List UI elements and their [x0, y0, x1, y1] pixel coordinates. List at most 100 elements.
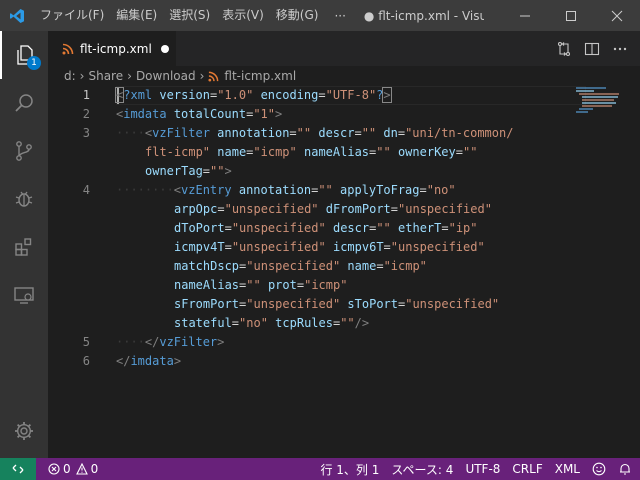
unsaved-dot-icon[interactable] [160, 44, 169, 53]
code-line-3-wrap: ownerTag=""> [145, 162, 232, 181]
minimize-button[interactable] [502, 0, 548, 31]
token: xml [130, 88, 153, 102]
token: = [376, 259, 384, 273]
minimap-line [582, 96, 618, 98]
token: "" [340, 316, 355, 330]
minimap-line [579, 93, 619, 95]
code-line-4-wrap: stateful="no" tcpRules=""/> [174, 314, 369, 333]
gear-icon [15, 422, 33, 440]
debug-icon [15, 191, 33, 207]
open-changes-button[interactable] [550, 31, 578, 66]
token: "" [361, 126, 377, 140]
token: "unspecified" [231, 240, 326, 254]
token: = [224, 221, 232, 235]
token: matchDscp [174, 259, 240, 273]
breadcrumb-item-file[interactable]: flt-icmp.xml [208, 69, 296, 83]
token: = [455, 145, 463, 159]
breadcrumb: d: › Share › Download › flt-icmp.xml [48, 66, 640, 86]
indentation-status[interactable]: スペース: 4 [385, 461, 459, 478]
token: nameAlias [174, 278, 240, 292]
minimap-line [582, 102, 616, 104]
token: totalCount [173, 107, 247, 121]
minimap-line [582, 99, 614, 101]
rss-feed-icon [62, 43, 74, 54]
eol-status[interactable]: CRLF [506, 462, 548, 476]
activity-remote-explorer[interactable] [0, 271, 48, 319]
code-line-3-wrap: flt-icmp" name="icmp" nameAlias="" owner… [145, 143, 477, 162]
line-number: 3 [82, 126, 90, 140]
menu-selection[interactable]: 選択(S) [163, 0, 216, 31]
token: "unspecified" [390, 240, 485, 254]
token: "icmp" [253, 145, 297, 159]
token: > [224, 164, 232, 178]
notifications-button[interactable] [612, 462, 638, 476]
activity-debug[interactable] [0, 175, 48, 223]
breadcrumb-file-label: flt-icmp.xml [224, 69, 297, 83]
menu-edit[interactable]: 編集(E) [110, 0, 163, 31]
token: imdata [130, 354, 174, 368]
token: "" [376, 221, 391, 235]
code-line-2: <imdata totalCount="1"> [116, 105, 282, 124]
search-icon [15, 94, 33, 112]
token: > [382, 87, 392, 103]
token: arpOpc [174, 202, 218, 216]
activity-search[interactable] [0, 79, 48, 127]
minimap[interactable] [576, 86, 626, 126]
token: dn [383, 126, 398, 140]
split-editor-button[interactable] [578, 31, 606, 66]
menu-file[interactable]: ファイル(F) [34, 0, 110, 31]
activity-extensions[interactable] [0, 223, 48, 271]
cursor-position-status[interactable]: 行 1、列 1 [314, 461, 385, 478]
tab-bar: flt-icmp.xml [48, 31, 640, 66]
token: "no" [239, 316, 268, 330]
maximize-icon [566, 10, 576, 21]
minimap-line [576, 87, 606, 89]
tab-flt-icmp-xml[interactable]: flt-icmp.xml [48, 31, 176, 66]
activity-source-control[interactable] [0, 127, 48, 175]
breadcrumb-item-download[interactable]: Download [136, 69, 196, 83]
token: = [231, 316, 240, 330]
code-line-1: <?xml version="1.0" encoding="UTF-8"?> [114, 86, 392, 105]
language-mode-status[interactable]: XML [549, 462, 586, 476]
token: = [318, 88, 326, 102]
breadcrumb-item-drive[interactable]: d: [64, 69, 76, 83]
problems-status[interactable]: 0 0 [42, 462, 104, 476]
code-line-4-wrap: icmpv4T="unspecified" icmpv6T="unspecifi… [174, 238, 485, 257]
source-control-icon [16, 141, 32, 161]
breadcrumb-item-share[interactable]: Share [88, 69, 123, 83]
code-line-4-wrap: dToPort="unspecified" descr="" etherT="i… [174, 219, 478, 238]
minimap-line [579, 108, 593, 110]
token: ownerTag [145, 164, 203, 178]
token: encoding [260, 88, 319, 102]
menu-view[interactable]: 表示(V) [216, 0, 270, 31]
feedback-button[interactable] [586, 462, 612, 476]
title-bar: ファイル(F) 編集(E) 選択(S) 表示(V) 移動(G) ··· ● fl… [0, 0, 640, 31]
maximize-button[interactable] [548, 0, 594, 31]
more-actions-button[interactable] [606, 31, 634, 66]
token: "unspecified" [231, 221, 326, 235]
token: = [383, 240, 391, 254]
warning-count: 0 [90, 462, 99, 476]
token: = [224, 240, 232, 254]
token: "unspecified" [405, 297, 500, 311]
code-editor[interactable]: 1 2 3 4 5 6 <?xml version="1.0" encoding… [48, 86, 640, 458]
token: > [275, 107, 283, 121]
encoding-status[interactable]: UTF-8 [459, 462, 506, 476]
activity-settings[interactable] [0, 407, 48, 455]
token: name [217, 145, 247, 159]
activity-explorer[interactable]: 1 [0, 31, 48, 79]
remote-indicator-button[interactable] [0, 458, 36, 480]
close-button[interactable] [594, 0, 640, 31]
menu-go[interactable]: 移動(G) [270, 0, 325, 31]
code-line-4-wrap: nameAlias="" prot="icmp" [174, 276, 347, 295]
token: "UTF-8" [325, 88, 377, 102]
remote-explorer-icon [14, 287, 34, 304]
token: version [159, 88, 210, 102]
token: "unspecified" [246, 259, 341, 273]
menu-more-button[interactable]: ··· [324, 9, 355, 23]
token: = [419, 183, 427, 197]
smiley-icon [592, 462, 606, 476]
token: = [296, 278, 305, 292]
minimize-icon [520, 15, 530, 16]
token: "ip" [448, 221, 478, 235]
